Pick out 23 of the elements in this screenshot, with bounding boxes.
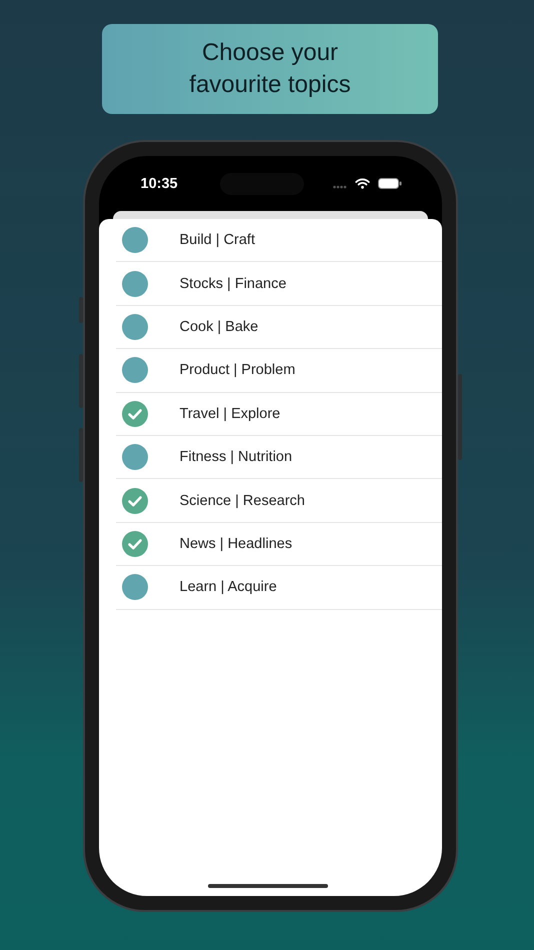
unchecked-circle-icon[interactable] xyxy=(122,357,148,384)
unchecked-circle-icon[interactable] xyxy=(122,227,148,254)
topic-label[interactable]: News | Headlines xyxy=(180,536,292,552)
topic-label[interactable]: Product | Problem xyxy=(180,362,296,378)
unchecked-circle-icon[interactable] xyxy=(122,444,148,470)
topic-label[interactable]: Learn | Acquire xyxy=(180,579,277,596)
unchecked-circle-icon[interactable] xyxy=(122,270,148,297)
unchecked-circle-icon[interactable] xyxy=(122,574,148,600)
checked-circle-icon[interactable] xyxy=(122,400,148,427)
checked-circle-icon[interactable] xyxy=(122,488,148,514)
topic-label[interactable]: Cook | Bake xyxy=(180,318,258,335)
status-time: 10:35 xyxy=(140,176,178,192)
topic-label[interactable]: Build | Craft xyxy=(180,232,255,248)
banner-title: Choose your favourite topics xyxy=(102,24,438,114)
topic-label[interactable]: Stocks | Finance xyxy=(180,276,286,292)
battery-icon xyxy=(378,178,402,189)
checked-circle-icon[interactable] xyxy=(122,530,148,557)
topic-label[interactable]: Travel | Explore xyxy=(180,406,280,422)
topic-label[interactable]: Science | Research xyxy=(180,492,305,509)
signal-icon xyxy=(332,184,346,188)
topic-label[interactable]: Fitness | Nutrition xyxy=(180,449,292,466)
wifi-icon xyxy=(354,178,370,189)
unchecked-circle-icon[interactable] xyxy=(122,314,148,340)
